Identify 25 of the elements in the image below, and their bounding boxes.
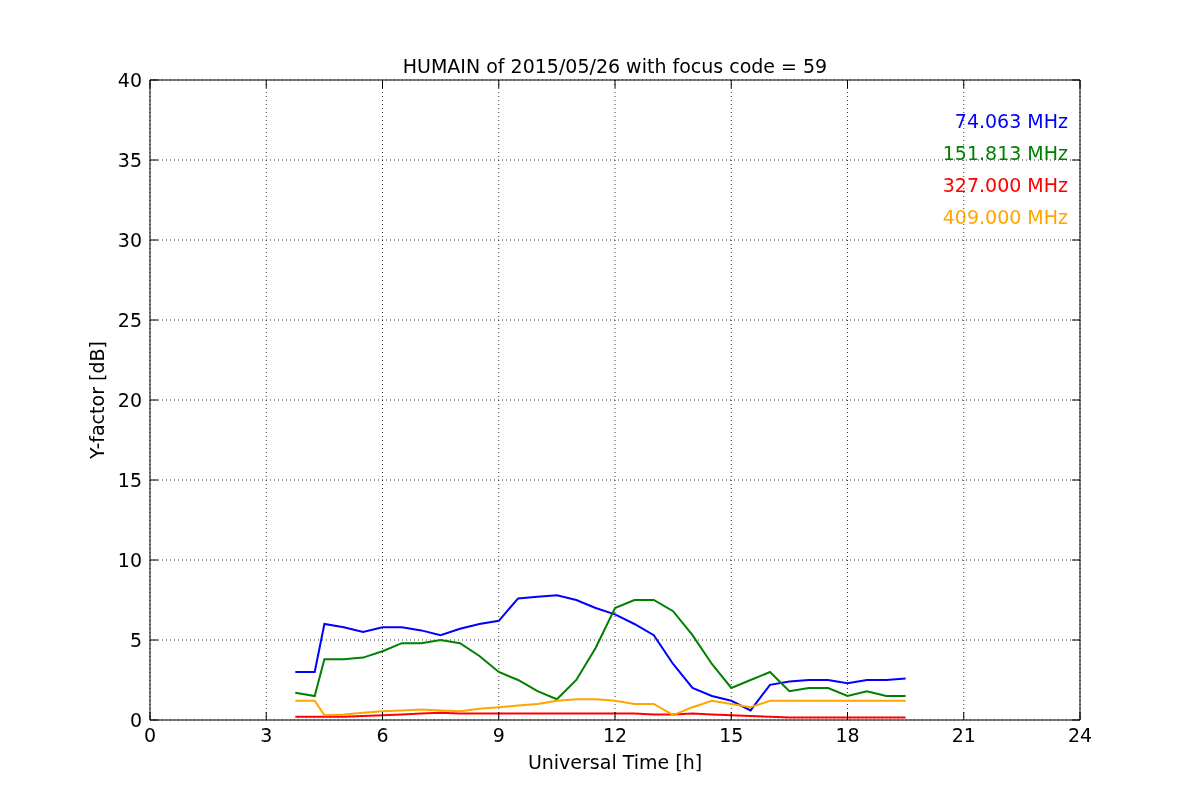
x-tick-label: 3: [260, 724, 273, 746]
x-tick-label: 0: [143, 724, 157, 746]
y-tick-label: 30: [117, 229, 142, 251]
y-tick-label: 25: [117, 309, 142, 331]
y-axis-label: Y-factor [dB]: [86, 341, 108, 459]
chart-title: HUMAIN of 2015/05/26 with focus code = 59: [402, 55, 828, 77]
x-tick-label: 18: [835, 724, 860, 746]
x-tick-label: 21: [951, 724, 976, 746]
legend-label: 151.813 MHz: [942, 142, 1068, 164]
legend-label: 327.000 MHz: [942, 174, 1068, 196]
y-tick-label: 15: [117, 469, 142, 491]
legend-label: 74.063 MHz: [954, 110, 1068, 132]
x-tick-label: 15: [719, 724, 744, 746]
y-tick-label: 10: [117, 549, 142, 571]
x-tick-label: 9: [492, 724, 505, 746]
y-tick-label: 40: [117, 69, 142, 91]
y-tick-label: 35: [117, 149, 142, 171]
x-tick-label: 24: [1067, 724, 1093, 746]
x-axis-label: Universal Time [h]: [527, 751, 703, 773]
x-tick-label: 6: [376, 724, 389, 746]
y-tick-label: 0: [129, 709, 142, 731]
legend-label: 409.000 MHz: [942, 206, 1068, 228]
x-tick-label: 12: [602, 724, 628, 746]
y-tick-label: 20: [117, 389, 142, 411]
y-tick-label: 5: [129, 629, 142, 651]
